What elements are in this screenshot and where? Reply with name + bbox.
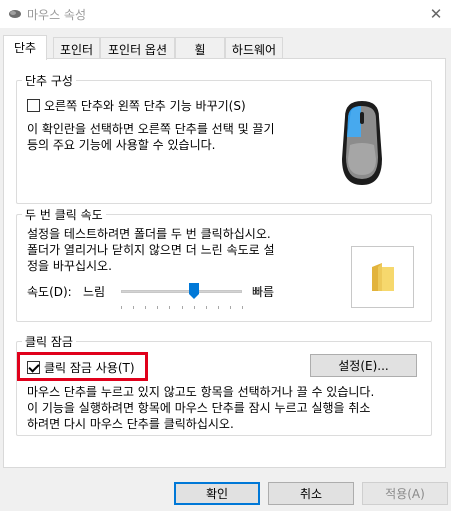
title-bar: 마우스 속성 ✕ (0, 0, 451, 28)
double-click-label: 두 번 클릭 속도 (22, 206, 106, 223)
swap-buttons-checkbox-row[interactable]: 오른쪽 단추와 왼쪽 단추 기능 바꾸기(S) (27, 97, 246, 114)
slider-tick (133, 306, 135, 309)
ok-button[interactable]: 확인 (174, 482, 260, 505)
click-lock-desc-3: 하려면 다시 마우스 단추를 클릭하십시오. (27, 417, 234, 431)
mouse-illustration (342, 101, 382, 185)
button-config-label: 단추 구성 (22, 72, 76, 89)
mouse-app-icon (9, 10, 21, 18)
slider-thumb[interactable] (188, 283, 199, 300)
slider-tick (121, 306, 122, 309)
slider-tick (181, 306, 183, 309)
swap-buttons-checkbox[interactable] (27, 99, 40, 112)
fast-label: 빠름 (252, 285, 275, 299)
click-lock-settings-button[interactable]: 설정(E)... (310, 354, 417, 377)
tab-wheel[interactable]: 휠 (175, 37, 225, 59)
speed-label: 속도(D): (27, 285, 72, 299)
test-folder-area[interactable] (351, 246, 414, 308)
slow-label: 느림 (83, 285, 106, 299)
double-click-desc-1: 설정을 테스트하려면 폴더를 두 번 클릭하십시오. (27, 227, 271, 241)
slider-ticks (121, 306, 243, 309)
slider-tick (193, 306, 195, 309)
click-lock-highlight-box (17, 352, 148, 381)
window-title: 마우스 속성 (27, 8, 87, 22)
click-lock-label: 클릭 잠금 (22, 333, 76, 350)
slider-track[interactable] (121, 290, 242, 293)
click-lock-desc-2: 이 기능을 실행하려면 항목에 마우스 단추를 잠시 누르고 실행을 취소 (27, 401, 371, 415)
close-button[interactable]: ✕ (421, 0, 451, 28)
tab-hardware[interactable]: 하드웨어 (225, 37, 283, 59)
swap-buttons-label: 오른쪽 단추와 왼쪽 단추 기능 바꾸기(S) (44, 99, 246, 113)
mouse-properties-window: 마우스 속성 ✕ 단추 포인터 포인터 옵션 휠 하드웨어 단추 구성 오른쪽 … (0, 0, 451, 511)
tab-pointer-options[interactable]: 포인터 옵션 (100, 37, 175, 59)
slider-tick (205, 306, 207, 309)
slider-tick (157, 306, 159, 309)
close-icon: ✕ (429, 5, 443, 23)
apply-button[interactable]: 적용(A) (362, 482, 448, 505)
click-lock-desc-1: 마우스 단추를 누르고 있지 않고도 항목을 선택하거나 끌 수 있습니다. (27, 385, 375, 399)
slider-tick (242, 306, 243, 309)
tab-buttons[interactable]: 단추 (3, 35, 47, 60)
button-config-desc-2: 등의 주요 기능에 사용할 수 있습니다. (27, 138, 216, 152)
slider-tick (169, 306, 171, 309)
double-click-desc-2: 폴더가 열리거나 닫히지 않으면 더 느린 속도로 설 (27, 243, 275, 257)
tab-pointers[interactable]: 포인터 (53, 37, 100, 59)
double-click-desc-3: 정을 바꾸십시오. (27, 259, 112, 273)
cancel-button[interactable]: 취소 (268, 482, 354, 505)
slider-tick (217, 306, 219, 309)
folder-icon[interactable] (368, 261, 398, 293)
slider-tick (229, 306, 231, 309)
button-config-desc-1: 이 확인란을 선택하면 오른쪽 단추를 선택 및 끌기 (27, 122, 275, 136)
slider-tick (145, 306, 147, 309)
